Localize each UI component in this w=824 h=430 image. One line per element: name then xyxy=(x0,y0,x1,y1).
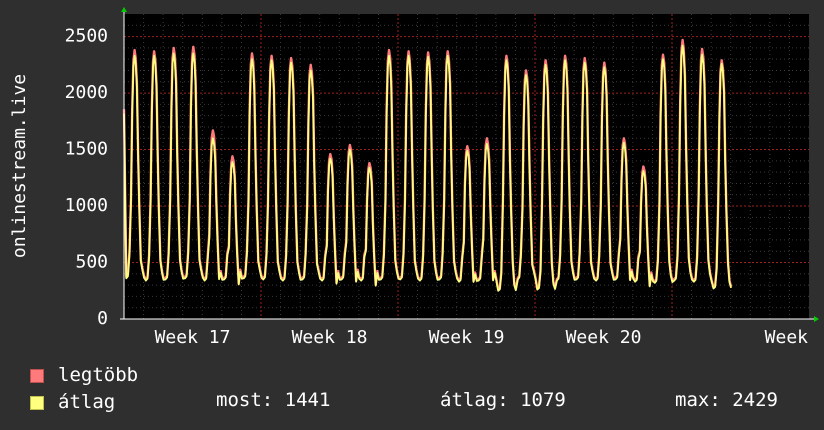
stat-most-label: most: xyxy=(216,389,274,411)
stat-max-value: 2429 xyxy=(732,389,778,411)
legend-swatch-atlag xyxy=(30,395,44,410)
y-axis-label: onlinestream.live xyxy=(9,74,30,258)
stat-atlag-label: átlag: xyxy=(440,389,509,411)
x-tick-label: Week 17 xyxy=(155,327,231,348)
x-tick-label: Week xyxy=(765,327,809,348)
x-tick-label: Week 19 xyxy=(429,327,505,348)
y-tick-label: 2000 xyxy=(65,82,108,103)
stat-max: max: 2429 xyxy=(675,389,778,411)
x-tick-label: Week 18 xyxy=(292,327,368,348)
y-tick-label: 2500 xyxy=(65,26,108,47)
x-tick-label: Week 20 xyxy=(566,327,642,348)
legend-label-legtobb: legtöbb xyxy=(58,364,139,386)
y-axis-arrow-icon xyxy=(121,7,127,12)
legend-item-legtobb: legtöbb xyxy=(30,362,138,389)
y-tick-label: 0 xyxy=(97,308,108,329)
legend: legtöbb átlag xyxy=(30,362,138,416)
x-tick-labels: Week 17 Week 18 Week 19 Week 20 Week xyxy=(155,327,809,348)
y-tick-label: 1000 xyxy=(65,195,108,216)
legend-item-atlag: átlag xyxy=(30,389,138,416)
y-tick-label: 1500 xyxy=(65,139,108,160)
stat-most: most: 1441 xyxy=(216,389,330,411)
stat-atlag: átlag: 1079 xyxy=(440,389,566,411)
y-tick-label: 500 xyxy=(75,252,108,273)
x-axis-arrow-icon xyxy=(814,316,819,322)
legend-label-atlag: átlag xyxy=(58,391,116,413)
legend-swatch-legtobb xyxy=(30,368,44,383)
y-tick-labels: 0 500 1000 1500 2000 2500 xyxy=(65,26,108,329)
stat-most-value: 1441 xyxy=(284,389,331,411)
stat-max-label: max: xyxy=(675,389,721,411)
stat-atlag-value: 1079 xyxy=(520,389,566,411)
